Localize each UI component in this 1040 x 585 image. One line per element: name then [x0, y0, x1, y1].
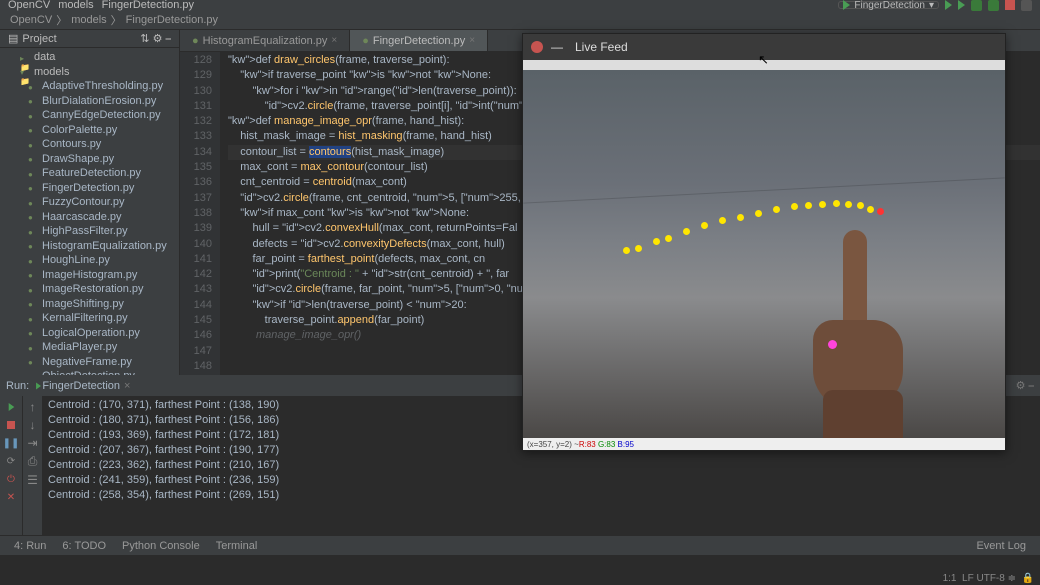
sb-eventlog[interactable]: Event Log: [968, 540, 1034, 552]
tree-item-featuredetection-py[interactable]: ●FeatureDetection.py: [0, 166, 179, 181]
tree-item-negativeframe-py[interactable]: ●NegativeFrame.py: [0, 355, 179, 370]
sb-pyconsole[interactable]: Python Console: [114, 540, 208, 552]
project-sidebar: ▤Project⇅ ⚙ ⎯ ▸📁data▾📁models●AdaptiveThr…: [0, 30, 180, 375]
tree-item-data[interactable]: ▸📁data: [0, 50, 179, 65]
breadcrumb: OpenCV〉 models〉 FingerDetection.py: [0, 10, 1040, 30]
window-close-icon[interactable]: [531, 41, 543, 53]
centroid-dot: [828, 340, 837, 349]
live-feed-window[interactable]: — Live Feed (x=357, y=2) ~ R:83 G:83 B: [522, 33, 1006, 451]
profile-icon[interactable]: [988, 0, 999, 11]
tree-item-fuzzycontour-py[interactable]: ●FuzzyContour.py: [0, 195, 179, 210]
file-crumb[interactable]: FingerDetection.py: [102, 0, 194, 11]
run-secondary-toolbar: ↑ ↓ ⇥ ⎙ ☰: [22, 396, 42, 535]
tree-item-objectdetection-py[interactable]: ●ObjectDetection.py: [0, 369, 179, 375]
window-title-text: Live Feed: [575, 40, 628, 54]
tree-item-blurdialationerosion-py[interactable]: ●BlurDialationErosion.py: [0, 94, 179, 109]
tree-item-highpassfilter-py[interactable]: ●HighPassFilter.py: [0, 224, 179, 239]
tree-item-contours-py[interactable]: ●Contours.py: [0, 137, 179, 152]
run-tab-close-icon[interactable]: ×: [124, 380, 130, 392]
tree-item-drawshape-py[interactable]: ●DrawShape.py: [0, 152, 179, 167]
status-right: 1:1 LF UTF-8 ≑ 🔒: [943, 573, 1034, 585]
camera-feed: (x=357, y=2) ~ R:83 G:83 B:95: [523, 70, 1005, 450]
project-tree[interactable]: ▸📁data▾📁models●AdaptiveThresholding.py●B…: [0, 48, 179, 375]
close-icon[interactable]: ✕: [4, 490, 18, 504]
app-name: OpenCV: [8, 0, 50, 11]
run-config-selector[interactable]: FingerDetection ▾: [838, 1, 939, 9]
tree-item-imageshifting-py[interactable]: ●ImageShifting.py: [0, 297, 179, 312]
restart-icon[interactable]: ⟳: [4, 454, 18, 468]
run-settings-icon[interactable]: ⚙ ⎯: [1016, 379, 1034, 393]
tree-item-histogramequalization-py[interactable]: ●HistogramEqualization.py: [0, 239, 179, 254]
tree-item-kernalfiltering-py[interactable]: ●KernalFiltering.py: [0, 311, 179, 326]
tree-item-haarcascade-py[interactable]: ●Haarcascade.py: [0, 210, 179, 225]
down-icon[interactable]: ↓: [30, 418, 36, 432]
tree-item-mediaplayer-py[interactable]: ●MediaPlayer.py: [0, 340, 179, 355]
sb-todo[interactable]: 6: TODO: [54, 540, 114, 552]
tree-item-imagerestoration-py[interactable]: ●ImageRestoration.py: [0, 282, 179, 297]
run-primary-toolbar: ❚❚ ⟳ ⏻ ✕: [0, 396, 22, 535]
window-titlebar[interactable]: — Live Feed: [523, 34, 1005, 60]
toolbar-extra-icon[interactable]: [1021, 0, 1032, 11]
run-title: Run:: [6, 380, 29, 392]
sb-terminal[interactable]: Terminal: [208, 540, 266, 552]
project-crumb[interactable]: models: [58, 0, 93, 11]
run-config-icon: [843, 0, 850, 10]
farthest-point-dot: [877, 208, 884, 215]
line-gutter: 1281291301311321331341351361371381391401…: [180, 52, 220, 375]
tree-item-cannyedgedetection-py[interactable]: ●CannyEdgeDetection.py: [0, 108, 179, 123]
sb-run[interactable]: 4: Run: [6, 540, 54, 552]
tab-fingerdetection-py[interactable]: ●FingerDetection.py×: [350, 30, 488, 51]
exit-icon[interactable]: ⏻: [4, 472, 18, 486]
tab-histogramequalization-py[interactable]: ●HistogramEqualization.py×: [180, 30, 350, 51]
tree-item-imagehistogram-py[interactable]: ●ImageHistogram.py: [0, 268, 179, 283]
rerun-icon[interactable]: [4, 400, 18, 414]
hand-shape: [783, 230, 923, 450]
window-toolbar: [523, 60, 1005, 70]
tree-item-fingerdetection-py[interactable]: ●FingerDetection.py: [0, 181, 179, 196]
breadcrumb-project[interactable]: OpenCV: [10, 14, 52, 26]
wrap-icon[interactable]: ⇥: [27, 436, 37, 450]
window-minimize-icon[interactable]: —: [551, 40, 563, 54]
tree-item-colorpalette-py[interactable]: ●ColorPalette.py: [0, 123, 179, 138]
breadcrumb-dir[interactable]: models: [71, 14, 106, 26]
tree-item-houghline-py[interactable]: ●HoughLine.py: [0, 253, 179, 268]
status-bar: 4: Run 6: TODO Python Console Terminal E…: [0, 535, 1040, 555]
run-tab-icon: [36, 383, 41, 390]
stop-button-icon[interactable]: [1005, 0, 1015, 10]
tree-item-logicaloperation-py[interactable]: ●LogicalOperation.py: [0, 326, 179, 341]
camera-status-bar: (x=357, y=2) ~ R:83 G:83 B:95: [523, 438, 1005, 450]
breadcrumb-file[interactable]: FingerDetection.py: [126, 14, 218, 26]
print-icon[interactable]: ⎙: [28, 454, 38, 469]
sidebar-header[interactable]: ▤Project⇅ ⚙ ⎯: [0, 30, 179, 48]
run-tab-name[interactable]: FingerDetection: [42, 380, 120, 392]
pause-icon[interactable]: ❚❚: [4, 436, 18, 450]
run-button-icon[interactable]: [945, 0, 952, 10]
stop-icon[interactable]: [4, 418, 18, 432]
filter-icon[interactable]: ☰: [27, 473, 38, 487]
coverage-icon[interactable]: [971, 0, 982, 11]
debug-button-icon[interactable]: [958, 0, 965, 10]
up-icon[interactable]: ↑: [30, 400, 36, 414]
top-toolbar: OpenCV models FingerDetection.py FingerD…: [0, 0, 1040, 10]
